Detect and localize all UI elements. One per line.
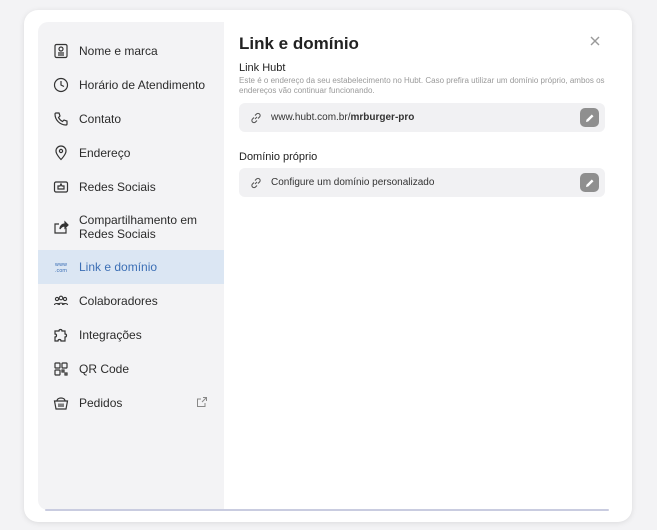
sidebar: Nome e marca Horário de Atendimento Cont… [38, 22, 224, 510]
edit-link-button[interactable] [580, 108, 599, 127]
hubt-link-url: www.hubt.com.br/mrburger-pro [271, 112, 415, 123]
bottom-divider [45, 509, 609, 511]
sidebar-item-label: Endereço [79, 146, 131, 160]
sidebar-item-endereco[interactable]: Endereço [38, 136, 224, 170]
content-panel: Link e domínio Link Hubt Este é o endere… [224, 22, 620, 510]
basket-icon [52, 394, 70, 412]
sidebar-item-label: QR Code [79, 362, 130, 376]
qr-code-icon [52, 360, 70, 378]
sidebar-item-label: Horário de Atendimento [79, 78, 206, 92]
external-link-icon[interactable] [196, 396, 210, 410]
custom-domain-placeholder: Configure um domínio personalizado [271, 177, 435, 188]
sidebar-item-compartilhamento[interactable]: Compartilhamento em Redes Sociais [38, 204, 224, 250]
sidebar-item-label: Contato [79, 112, 122, 126]
sidebar-item-label: Integrações [79, 328, 142, 342]
close-icon[interactable] [588, 34, 602, 48]
sidebar-item-link-e-dominio[interactable]: www .com Link e domínio [38, 250, 224, 284]
pencil-icon [585, 114, 593, 122]
settings-modal: Nome e marca Horário de Atendimento Cont… [38, 22, 620, 510]
domain-section-title: Domínio próprio [239, 151, 318, 163]
link-icon [249, 111, 263, 125]
sidebar-item-label: Link e domínio [79, 260, 158, 274]
sidebar-item-label: Colaboradores [79, 294, 158, 308]
link-section-title: Link Hubt [239, 62, 286, 74]
hubt-link-field[interactable]: www.hubt.com.br/mrburger-pro [239, 103, 605, 132]
page-title: Link e domínio [239, 34, 359, 53]
sidebar-item-nome-e-marca[interactable]: Nome e marca [38, 34, 224, 68]
sidebar-item-pedidos[interactable]: Pedidos [38, 386, 224, 420]
edit-domain-button[interactable] [580, 173, 599, 192]
sidebar-item-label: Redes Sociais [79, 180, 156, 194]
users-icon [52, 292, 70, 310]
sidebar-item-contato[interactable]: Contato [38, 102, 224, 136]
map-pin-icon [52, 144, 70, 162]
sidebar-item-label: Nome e marca [79, 44, 158, 58]
link-section-description: Este é o endereço da seu estabelecimento… [239, 76, 605, 95]
sidebar-item-redes-sociais[interactable]: Redes Sociais [38, 170, 224, 204]
id-card-icon [52, 42, 70, 60]
clock-icon [52, 76, 70, 94]
sidebar-item-colaboradores[interactable]: Colaboradores [38, 284, 224, 318]
phone-icon [52, 110, 70, 128]
sidebar-item-integracoes[interactable]: Integrações [38, 318, 224, 352]
custom-domain-field[interactable]: Configure um domínio personalizado [239, 168, 605, 197]
sidebar-item-horario[interactable]: Horário de Atendimento [38, 68, 224, 102]
www-icon: www .com [52, 258, 70, 276]
sidebar-item-qr-code[interactable]: QR Code [38, 352, 224, 386]
social-icon [52, 178, 70, 196]
puzzle-icon [52, 326, 70, 344]
sidebar-item-label: Pedidos [79, 396, 123, 410]
share-icon [52, 218, 70, 236]
sidebar-item-label: Compartilhamento em Redes Sociais [79, 213, 198, 241]
pencil-icon [585, 179, 593, 187]
svg-text:.com: .com [55, 268, 67, 274]
link-icon [249, 176, 263, 190]
